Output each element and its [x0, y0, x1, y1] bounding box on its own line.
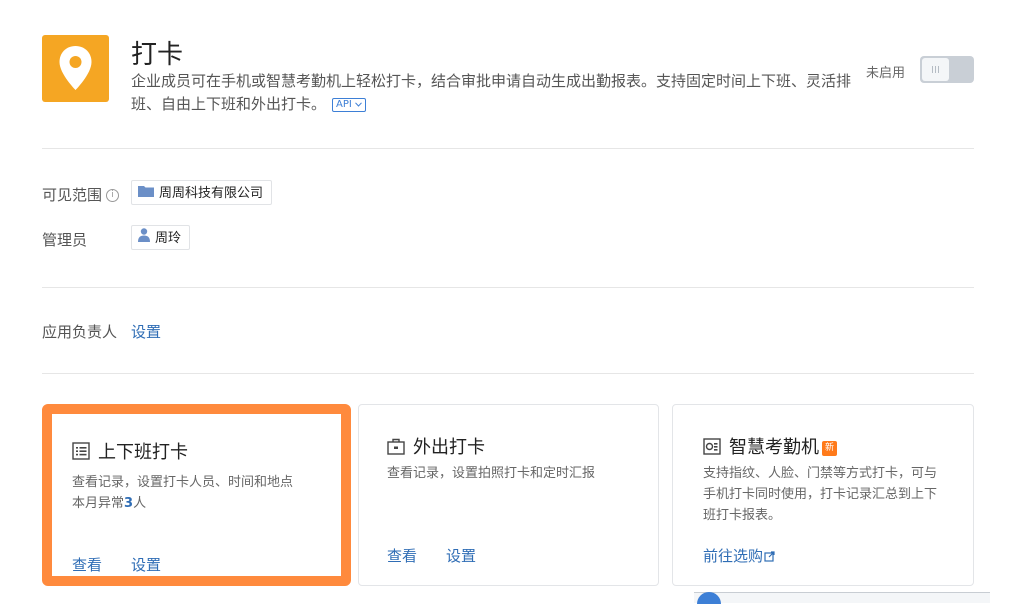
divider: [42, 373, 974, 374]
card-description: 支持指纹、人脸、门禁等方式打卡，可与 手机打卡同时使用，打卡记录汇总到上下 班打…: [703, 463, 937, 526]
card-checkin[interactable]: 上下班打卡 查看记录，设置打卡人员、时间和地点 本月异常3人 查看 设置: [42, 404, 351, 586]
app-description-text: 企业成员可在手机或智慧考勤机上轻松打卡，结合审批申请自动生成出勤报表。支持固定时…: [131, 72, 852, 113]
admin-chip[interactable]: 周玲: [131, 225, 191, 251]
card-attendance-machine[interactable]: 智慧考勤机新 支持指纹、人脸、门禁等方式打卡，可与 手机打卡同时使用，打卡记录汇…: [672, 404, 974, 586]
owner-label: 应用负责人: [42, 323, 118, 341]
status-label: 未启用: [866, 66, 906, 81]
location-pin-icon: [59, 46, 92, 90]
card-title: 智慧考勤机新: [703, 433, 837, 460]
divider: [42, 287, 974, 288]
view-button[interactable]: 查看: [387, 545, 417, 566]
settings-button[interactable]: 设置: [131, 554, 161, 575]
enable-toggle[interactable]: [920, 56, 974, 83]
card-outside-checkin[interactable]: 外出打卡 查看记录，设置拍照打卡和定时汇报 查看 设置: [358, 404, 659, 586]
buy-link[interactable]: 前往选购: [703, 545, 775, 566]
card-title-text: 外出打卡: [413, 437, 485, 458]
view-button[interactable]: 查看: [72, 554, 102, 575]
api-badge[interactable]: API: [332, 97, 367, 112]
page-title: 打卡: [131, 40, 184, 70]
visibility-chip[interactable]: 周周科技有限公司: [131, 180, 273, 206]
divider: [42, 148, 974, 149]
owner-set-link[interactable]: 设置: [131, 321, 161, 342]
card-desc-line: 查看记录，设置打卡人员、时间和地点: [72, 475, 294, 490]
admin-value: 周玲: [155, 231, 182, 246]
card-description: 查看记录，设置拍照打卡和定时汇报: [387, 466, 596, 481]
user-icon: [138, 226, 150, 251]
buy-link-label: 前往选购: [703, 547, 764, 565]
chevron-down-icon: [355, 101, 362, 107]
abnormal-prefix: 本月异常: [72, 496, 125, 511]
card-title-text: 智慧考勤机: [729, 437, 819, 458]
visibility-label: 可见范围 i: [42, 184, 120, 205]
card-desc-line: 支持指纹、人脸、门禁等方式打卡，可与: [703, 466, 938, 481]
card-title: 上下班打卡: [72, 438, 188, 465]
admin-label: 管理员: [42, 231, 88, 249]
visibility-label-text: 可见范围: [42, 186, 103, 204]
toggle-knob: [922, 58, 949, 81]
briefcase-icon: [387, 438, 405, 460]
card-description: 查看记录，设置打卡人员、时间和地点 本月异常3人: [72, 472, 293, 514]
app-description: 企业成员可在手机或智慧考勤机上轻松打卡，结合审批申请自动生成出勤报表。支持固定时…: [131, 70, 866, 116]
external-link-icon: [764, 551, 775, 562]
visibility-value: 周周科技有限公司: [159, 186, 264, 201]
api-badge-label: API: [336, 98, 352, 110]
list-icon: [72, 442, 90, 465]
abnormal-count[interactable]: 3: [124, 496, 133, 511]
card-desc-line: 手机打卡同时使用，打卡记录汇总到上下: [703, 487, 938, 502]
new-badge: 新: [822, 441, 837, 456]
abnormal-suffix: 人: [133, 496, 147, 511]
attendance-machine-icon: [703, 438, 721, 460]
card-title-text: 上下班打卡: [98, 442, 188, 463]
app-icon: [42, 35, 109, 102]
card-desc-line: 班打卡报表。: [703, 508, 782, 523]
folder-icon: [138, 181, 154, 206]
abnormal-summary: 本月异常3人: [72, 493, 293, 514]
card-title: 外出打卡: [387, 433, 485, 460]
info-icon[interactable]: i: [106, 189, 120, 202]
settings-button[interactable]: 设置: [446, 545, 476, 566]
